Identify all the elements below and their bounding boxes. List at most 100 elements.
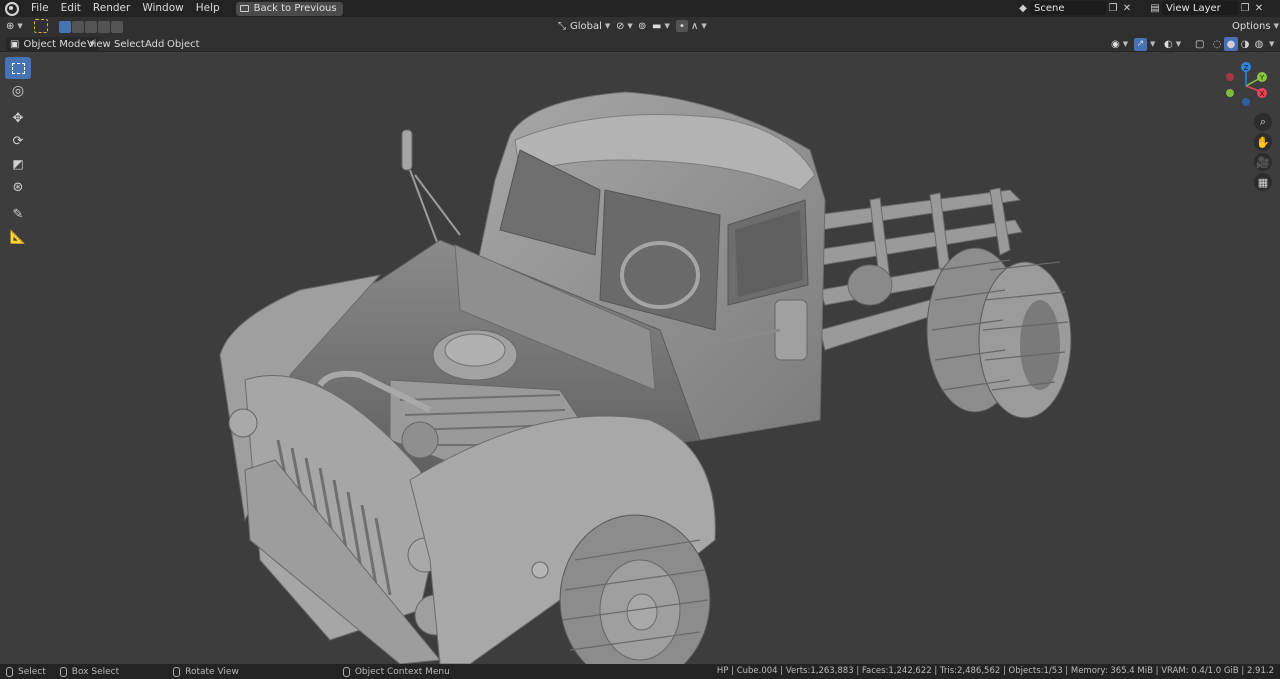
- mouse-left-icon: [6, 666, 13, 677]
- view-layer-field[interactable]: View Layer: [1162, 1, 1238, 15]
- menu-select[interactable]: Select: [114, 37, 145, 51]
- scale-icon: ◩: [12, 157, 24, 171]
- proportional-editing-icon: •: [676, 20, 688, 32]
- new-view-layer-icon[interactable]: ❐: [1238, 1, 1252, 15]
- scene-field[interactable]: Scene: [1030, 1, 1106, 15]
- menu-file[interactable]: File: [25, 0, 55, 17]
- cursor-tool[interactable]: ◎: [5, 80, 31, 102]
- gizmo-icon: ↗: [1134, 37, 1147, 51]
- scene-statistics: HP | Cube.004 | Verts:1,263,883 | Faces:…: [716, 666, 1274, 676]
- gizmo-toggle[interactable]: ↗ ▼: [1134, 37, 1155, 51]
- mode-intersect-icon[interactable]: [111, 21, 123, 33]
- view-layer-icon[interactable]: ▤: [1148, 1, 1162, 15]
- wireframe-shading-icon[interactable]: ◌: [1210, 37, 1224, 51]
- mode-new-icon[interactable]: [59, 21, 71, 33]
- gizmo-neg-y-axis[interactable]: [1226, 89, 1234, 97]
- move-tool[interactable]: ✥: [5, 107, 31, 129]
- menu-add[interactable]: Add: [145, 37, 164, 51]
- material-shading-icon[interactable]: ◑: [1238, 37, 1252, 51]
- options-label: Options: [1232, 20, 1271, 32]
- transform-orientation-label: Global: [570, 20, 602, 32]
- object-mode-icon: ▣: [10, 38, 20, 50]
- camera-view-button[interactable]: 🎥: [1254, 153, 1272, 171]
- pivot-point-dropdown[interactable]: ⊘ ▼: [616, 19, 633, 33]
- falloff-dropdown[interactable]: ∧ ▼: [691, 19, 707, 33]
- truck-model[interactable]: [0, 52, 1280, 664]
- mouse-drag-icon: [59, 666, 67, 677]
- transform-tool[interactable]: ⊛: [5, 176, 31, 198]
- snap-target-dropdown[interactable]: ▬ ▼: [652, 19, 670, 33]
- status-box-select-label: Box Select: [71, 666, 120, 677]
- transform-orientation-dropdown[interactable]: ⤡ Global ▼: [558, 19, 610, 33]
- delete-view-layer-icon[interactable]: ✕: [1252, 1, 1266, 15]
- overlay-toggle[interactable]: ◐ ▼: [1164, 37, 1181, 51]
- delete-scene-icon[interactable]: ✕: [1120, 1, 1134, 15]
- camera-icon: 🎥: [1256, 155, 1270, 169]
- gizmo-neg-x-axis[interactable]: [1226, 73, 1234, 81]
- shading-options-chevron[interactable]: ▼: [1269, 40, 1274, 48]
- transform-icon: ⊛: [12, 179, 24, 195]
- gizmo-neg-z-axis[interactable]: [1242, 98, 1250, 106]
- measure-tool[interactable]: 📐: [5, 226, 31, 248]
- status-context-menu: Object Context Menu: [342, 666, 450, 677]
- pan-button[interactable]: ✋: [1254, 133, 1272, 151]
- gizmo-x-label: X: [1260, 90, 1265, 98]
- annotate-tool[interactable]: ✎: [5, 203, 31, 225]
- snap-target-icon: ▬: [652, 20, 662, 32]
- status-select-label: Select: [18, 666, 46, 677]
- options-dropdown[interactable]: Options ▼: [1232, 19, 1279, 33]
- back-to-previous-button[interactable]: Back to Previous: [235, 1, 343, 16]
- selection-mode-buttons: [59, 20, 124, 34]
- status-rotate-view-label: Rotate View: [185, 666, 239, 677]
- screen-icon: [239, 5, 249, 12]
- annotate-icon: ✎: [12, 206, 24, 222]
- menu-window[interactable]: Window: [136, 0, 189, 17]
- top-menu-bar: File Edit Render Window Help Back to Pre…: [0, 0, 1280, 17]
- select-box-tool[interactable]: [5, 57, 31, 79]
- new-scene-icon[interactable]: ❐: [1106, 1, 1120, 15]
- perspective-toggle[interactable]: ▦: [1254, 173, 1272, 191]
- menu-help[interactable]: Help: [190, 0, 226, 17]
- active-tool-button[interactable]: [34, 19, 48, 33]
- object-mode-dropdown[interactable]: ▣ Object Mode ▼: [6, 37, 99, 51]
- editor-type-dropdown[interactable]: ⊕ ▼: [6, 19, 23, 33]
- mode-extend-icon[interactable]: [72, 21, 84, 33]
- editor-type-icon: ⊕: [6, 20, 15, 32]
- 3d-viewport[interactable]: [0, 52, 1280, 664]
- mode-invert-icon[interactable]: [98, 21, 110, 33]
- visibility-dropdown[interactable]: ◉ ▼: [1111, 37, 1128, 51]
- view-layer-selector: ▤ View Layer ❐ ✕: [1148, 1, 1266, 15]
- scene-selector: ◆ Scene ❐ ✕: [1016, 1, 1134, 15]
- shading-modes: ◌ ● ◑ ◍ ▼: [1210, 37, 1274, 51]
- blender-logo-icon[interactable]: [5, 1, 19, 16]
- mouse-right-icon: [342, 666, 350, 677]
- xray-icon: ▢: [1195, 38, 1205, 50]
- select-box-icon: [11, 62, 25, 74]
- snap-toggle[interactable]: ⊚: [638, 19, 646, 33]
- menu-object[interactable]: Object: [167, 37, 200, 51]
- mode-subtract-icon[interactable]: [85, 21, 97, 33]
- xray-toggle[interactable]: ▢: [1195, 37, 1204, 51]
- status-box-select: Box Select: [59, 666, 120, 677]
- menu-edit[interactable]: Edit: [55, 0, 87, 17]
- object-mode-label: Object Mode: [23, 38, 87, 50]
- status-context-menu-label: Object Context Menu: [354, 666, 450, 677]
- falloff-icon: ∧: [691, 20, 699, 32]
- tool-shelf: ◎ ✥ ⟳ ◩ ⊛ ✎ 📐: [5, 57, 33, 249]
- back-to-previous-label: Back to Previous: [253, 3, 337, 14]
- navigation-gizmo[interactable]: X Y Z: [1222, 60, 1272, 110]
- menu-view[interactable]: View: [87, 37, 111, 51]
- move-icon: ✥: [12, 110, 24, 126]
- viewport-header: ▣ Object Mode ▼ View Select Add Object ◉…: [0, 35, 1280, 52]
- proportional-editing-toggle[interactable]: •: [676, 19, 688, 33]
- zoom-button[interactable]: ⌕: [1254, 113, 1272, 131]
- hand-icon: ✋: [1256, 135, 1270, 149]
- scale-tool[interactable]: ◩: [5, 153, 31, 175]
- rotate-tool[interactable]: ⟳: [5, 130, 31, 152]
- menu-render[interactable]: Render: [87, 0, 136, 17]
- rendered-shading-icon[interactable]: ◍: [1252, 37, 1266, 51]
- scene-icon[interactable]: ◆: [1016, 1, 1030, 15]
- scene-name: Scene: [1034, 2, 1065, 14]
- solid-shading-icon[interactable]: ●: [1224, 37, 1238, 51]
- cursor-icon: ◎: [11, 83, 25, 99]
